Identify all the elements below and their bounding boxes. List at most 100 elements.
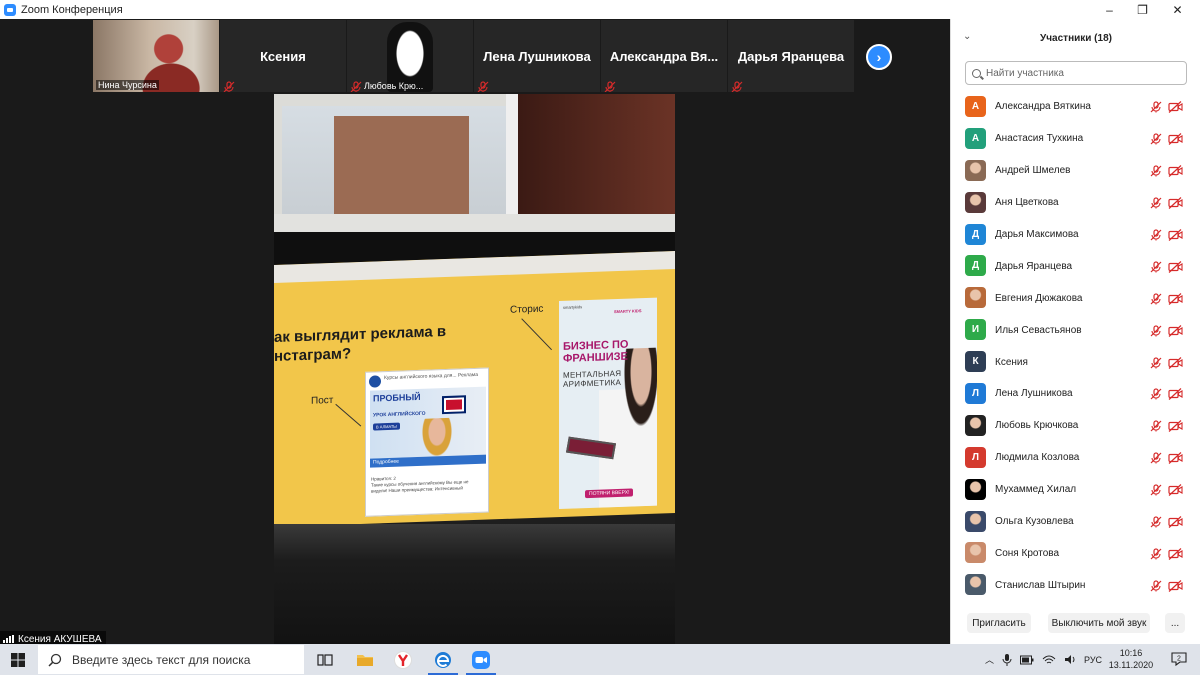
muted-mic-icon bbox=[1150, 292, 1162, 305]
participant-avatar: А bbox=[965, 127, 986, 149]
participant-name: Ольга Кузовлева bbox=[995, 516, 1074, 528]
participant-avatar bbox=[965, 287, 986, 309]
participant-row[interactable]: И Илья Севастьянов bbox=[951, 314, 1200, 346]
system-tray: ︿ РУС bbox=[985, 644, 1102, 675]
muted-mic-icon bbox=[477, 80, 489, 92]
muted-mic-icon bbox=[1150, 164, 1162, 177]
participant-row[interactable]: Аня Цветкова bbox=[951, 187, 1200, 219]
participant-search-input[interactable]: Найти участника bbox=[965, 61, 1187, 85]
thumbnail-name: Александра Вя... bbox=[609, 48, 719, 64]
video-off-icon bbox=[1168, 324, 1183, 337]
volume-icon[interactable] bbox=[1064, 654, 1076, 665]
edge-browser-button[interactable] bbox=[424, 644, 462, 675]
network-icon[interactable] bbox=[1042, 655, 1056, 665]
participant-name: Дарья Яранцева bbox=[995, 260, 1073, 272]
zoom-taskbar-button[interactable] bbox=[462, 644, 500, 675]
task-view-icon bbox=[317, 653, 333, 666]
uk-flag-icon bbox=[442, 395, 466, 415]
participant-status-icons bbox=[1150, 100, 1183, 114]
invite-button[interactable]: Пригласить bbox=[967, 613, 1031, 633]
muted-mic-icon bbox=[1150, 324, 1162, 337]
thumbnail-name: Любовь Крю... bbox=[364, 81, 424, 91]
folder-icon bbox=[357, 655, 373, 666]
notification-count: 2 bbox=[1177, 656, 1181, 663]
next-page-button[interactable]: › bbox=[866, 44, 892, 70]
participant-row[interactable]: Д Дарья Яранцева bbox=[951, 250, 1200, 282]
participant-name: Александра Вяткина bbox=[995, 101, 1091, 113]
participant-search-placeholder: Найти участника bbox=[986, 67, 1064, 79]
participant-status-icons bbox=[1150, 515, 1183, 528]
participant-status-icons bbox=[1150, 164, 1183, 178]
post-image: ПРОБНЫЙ УРОК АНГЛИЙСКОГО В АЛМАТЫ bbox=[370, 386, 486, 459]
participant-row[interactable]: А Александра Вяткина bbox=[951, 91, 1200, 123]
post-person-image bbox=[422, 417, 452, 457]
microphone-icon[interactable] bbox=[1002, 653, 1012, 666]
muted-mic-icon bbox=[1150, 132, 1162, 145]
story-brand: SMARTY KIDS bbox=[614, 308, 642, 315]
show-hidden-icons-icon[interactable]: ︿ bbox=[985, 653, 994, 666]
stories-arrow bbox=[521, 318, 553, 351]
participants-footer: Пригласить Выключить мой звук ... bbox=[951, 613, 1200, 635]
post-arrow bbox=[335, 403, 362, 427]
participant-status-icons bbox=[1150, 419, 1183, 433]
participant-thumbnail[interactable]: Нина Чурсина bbox=[93, 20, 219, 92]
muted-mic-icon bbox=[1150, 356, 1162, 369]
participant-row[interactable]: Андрей Шмелев bbox=[951, 155, 1200, 187]
participant-row[interactable]: Д Дарья Максимова bbox=[951, 219, 1200, 251]
video-off-icon bbox=[1168, 228, 1183, 241]
muted-mic-icon bbox=[1150, 547, 1162, 560]
taskbar-search-input[interactable]: Введите здесь текст для поиска bbox=[38, 645, 304, 674]
windows-start-button[interactable] bbox=[0, 644, 36, 675]
task-view-button[interactable] bbox=[306, 644, 344, 675]
participant-row[interactable]: А Анастасия Тухкина bbox=[951, 123, 1200, 155]
instagram-post-mockup: Курсы английского языка для... Реклама П… bbox=[365, 367, 489, 517]
zoom-app-icon bbox=[4, 3, 16, 16]
participant-row[interactable]: Евгения Дюжакова bbox=[951, 282, 1200, 314]
participant-row[interactable]: Л Людмила Козлова bbox=[951, 442, 1200, 474]
story-account: smartykids bbox=[563, 304, 583, 310]
battery-icon[interactable] bbox=[1020, 655, 1034, 665]
collapse-panel-icon[interactable]: ⌄ bbox=[963, 31, 971, 42]
muted-mic-icon bbox=[604, 80, 616, 92]
participant-row[interactable]: Ольга Кузовлева bbox=[951, 506, 1200, 538]
participant-avatar bbox=[965, 574, 986, 596]
muted-mic-icon bbox=[731, 80, 743, 92]
muted-mic-icon bbox=[1150, 579, 1162, 592]
video-off-icon bbox=[1168, 419, 1183, 433]
participant-row[interactable]: Станислав Штырин bbox=[951, 569, 1200, 601]
participant-thumbnail[interactable]: Лена Лушникова bbox=[474, 20, 600, 92]
participant-avatar: Д bbox=[965, 255, 986, 277]
muted-mic-icon bbox=[1150, 228, 1162, 241]
participant-thumbnail[interactable]: Любовь Крю... bbox=[347, 20, 473, 92]
participant-row[interactable]: К Ксения bbox=[951, 346, 1200, 378]
more-options-button[interactable]: ... bbox=[1165, 613, 1185, 633]
video-off-icon bbox=[1168, 356, 1183, 369]
participant-row[interactable]: Соня Кротова bbox=[951, 537, 1200, 569]
story-cta: ПОТЯНИ ВВЕРХ! bbox=[585, 488, 634, 499]
slide-heading: ак выглядит реклама в нстаграм? bbox=[274, 321, 474, 366]
taskbar-clock[interactable]: 10:16 13.11.2020 bbox=[1100, 647, 1162, 671]
slide-label-post: Пост bbox=[311, 394, 334, 407]
participant-thumbnail[interactable]: Дарья Яранцева bbox=[728, 20, 854, 92]
video-off-icon bbox=[1168, 100, 1183, 114]
participant-avatar: А bbox=[965, 96, 986, 117]
search-icon bbox=[48, 653, 62, 667]
participant-row[interactable]: Любовь Крючкова bbox=[951, 410, 1200, 442]
video-off-icon bbox=[1168, 196, 1183, 210]
participant-thumbnail[interactable]: Ксения bbox=[220, 20, 346, 92]
close-button[interactable]: ✕ bbox=[1155, 0, 1200, 19]
participant-row[interactable]: Мухаммед Хилал bbox=[951, 474, 1200, 506]
video-off-icon bbox=[1168, 260, 1183, 273]
notification-center-button[interactable]: 2 bbox=[1170, 650, 1188, 668]
windows-taskbar: Введите здесь текст для поиска ︿ РУС 10:… bbox=[0, 644, 1200, 675]
yandex-browser-button[interactable] bbox=[384, 644, 422, 675]
participant-avatar bbox=[965, 510, 986, 532]
mute-me-button[interactable]: Выключить мой звук bbox=[1048, 613, 1150, 633]
post-subtitle: УРОК АНГЛИЙСКОГО bbox=[373, 410, 426, 419]
muted-mic-icon bbox=[350, 81, 362, 92]
participant-status-icons bbox=[1150, 132, 1183, 146]
file-explorer-button[interactable] bbox=[346, 644, 384, 675]
participant-row[interactable]: Л Лена Лушникова bbox=[951, 378, 1200, 410]
participant-thumbnail[interactable]: Александра Вя... bbox=[601, 20, 727, 92]
participant-name: Илья Севастьянов bbox=[995, 324, 1082, 336]
